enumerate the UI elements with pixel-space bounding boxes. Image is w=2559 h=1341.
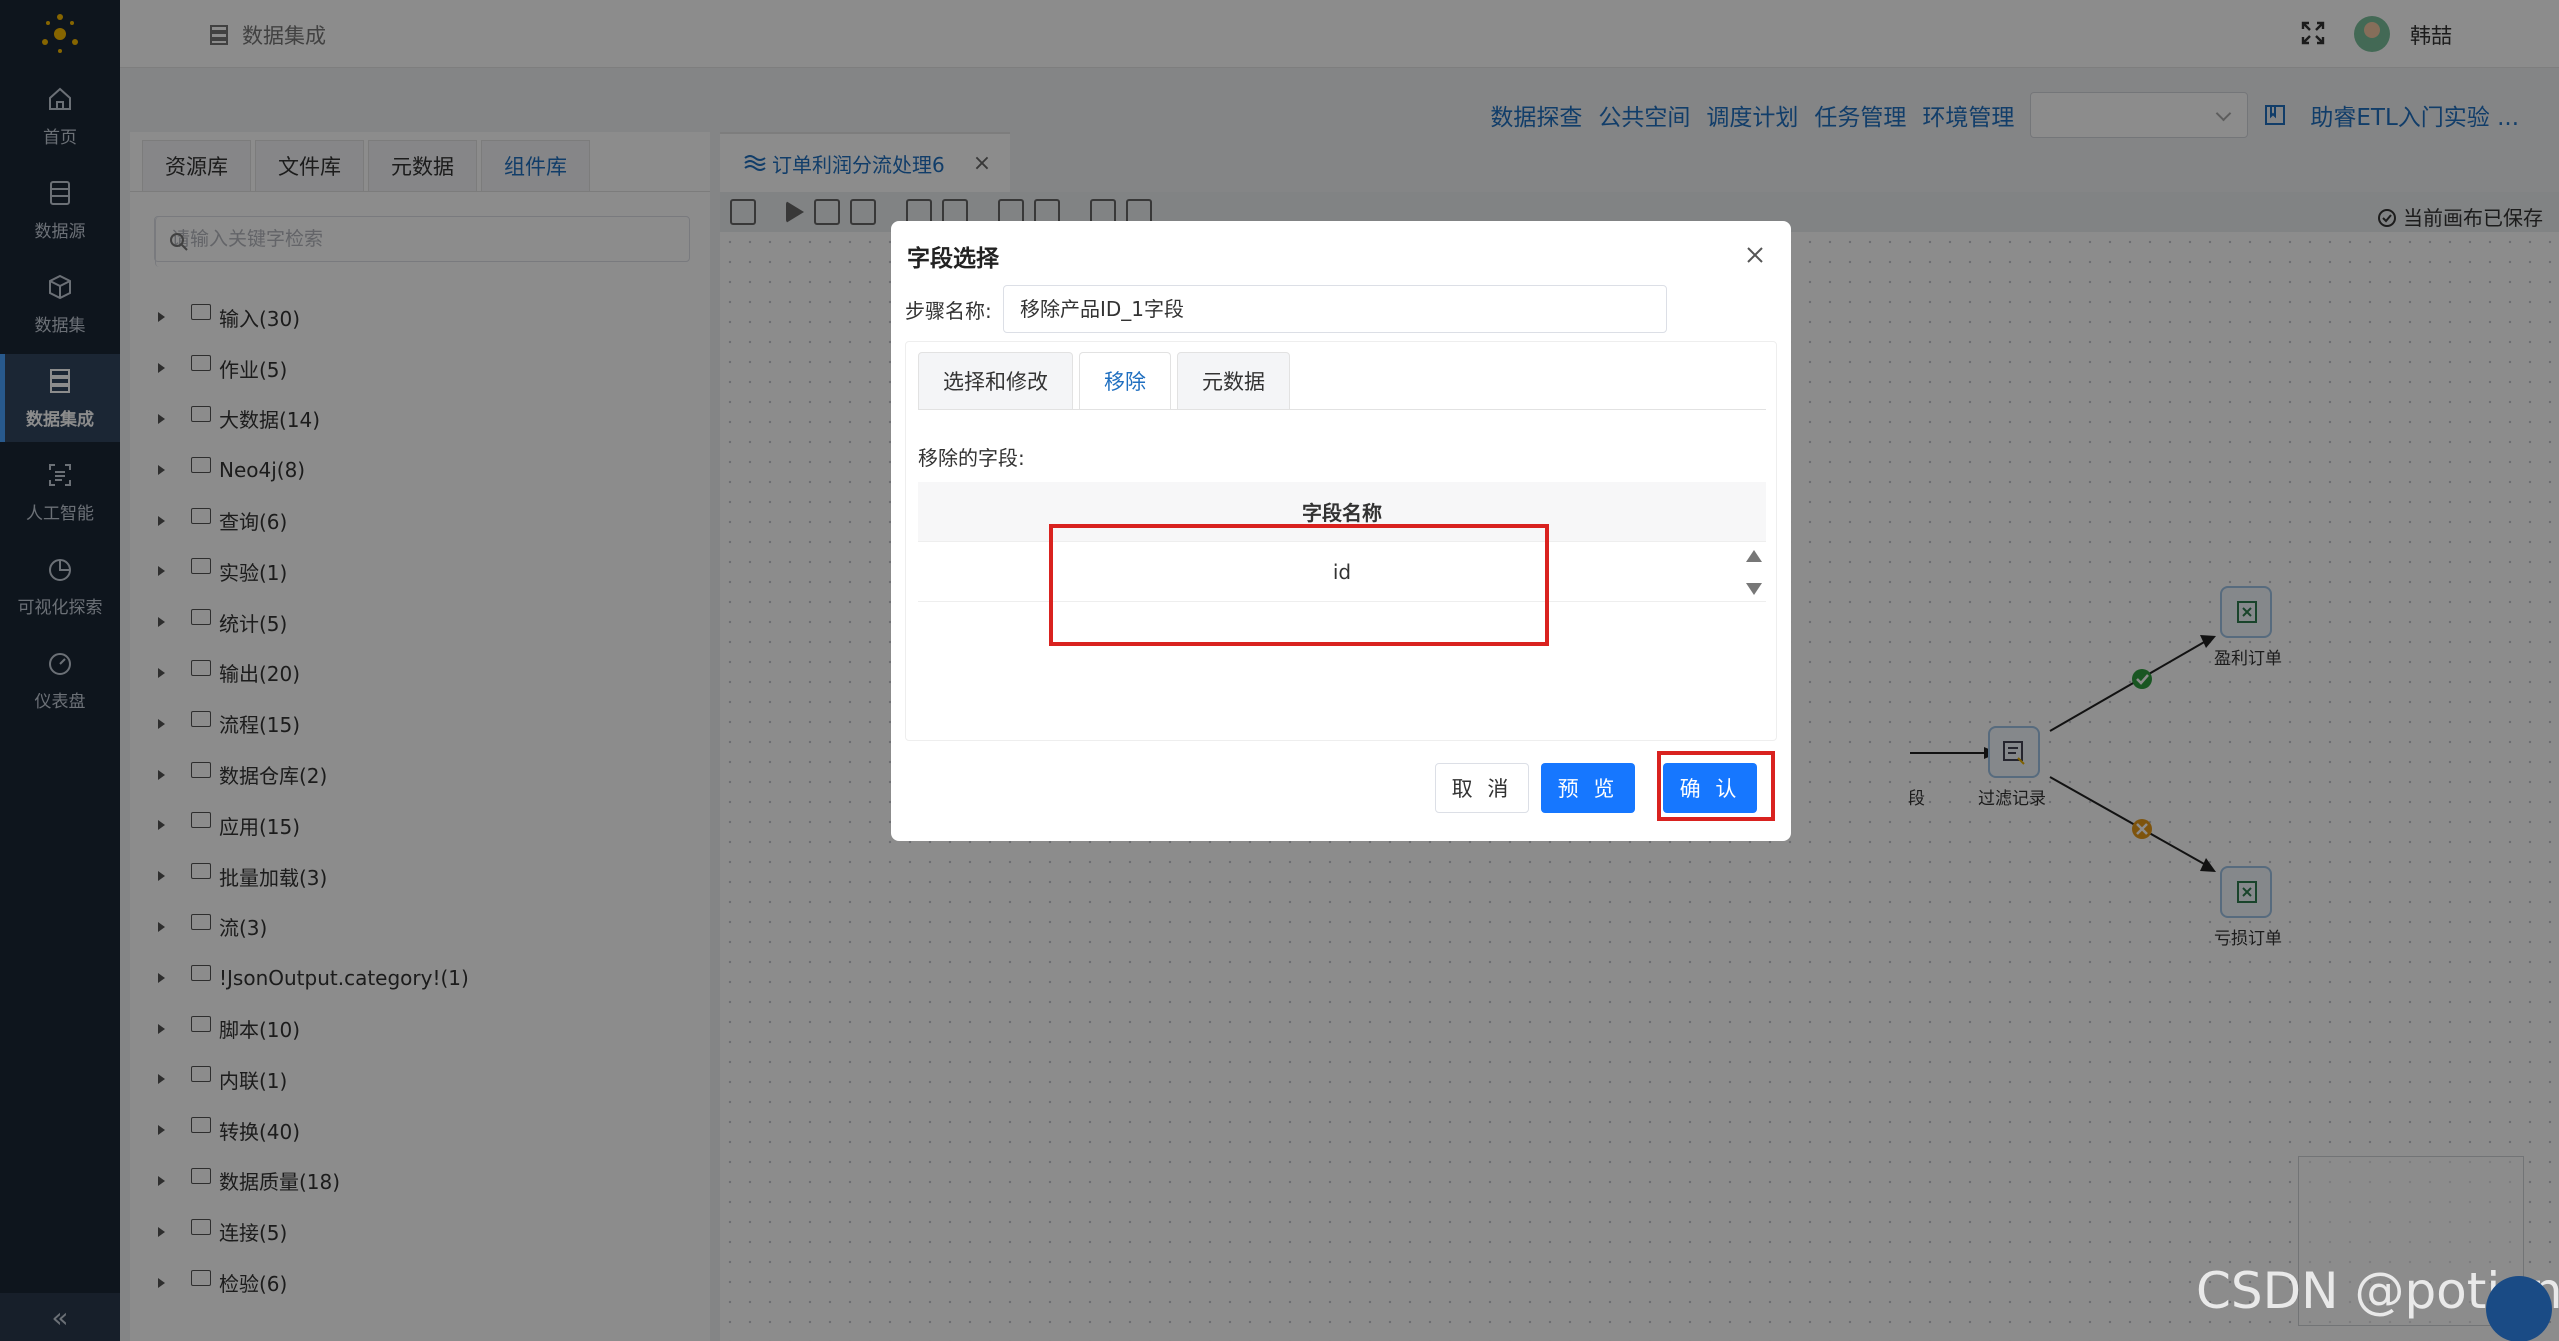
removed-fields-label: 移除的字段:	[918, 446, 1025, 470]
tab-dialog-metadata[interactable]: 元数据	[1177, 352, 1290, 410]
dialog-body: 选择和修改 移除 元数据 移除的字段: 字段名称 id	[905, 341, 1777, 741]
scroll-up-icon[interactable]	[1746, 550, 1762, 562]
dialog-tabs: 选择和修改 移除 元数据	[918, 352, 1296, 410]
preview-button[interactable]: 预 览	[1541, 763, 1635, 813]
tab-remove[interactable]: 移除	[1079, 352, 1171, 410]
tab-select-modify[interactable]: 选择和修改	[918, 352, 1073, 410]
dialog-title: 字段选择	[907, 246, 999, 272]
scroll-down-icon[interactable]	[1746, 583, 1762, 595]
highlight-box-confirm	[1657, 751, 1775, 821]
tab-divider	[918, 409, 1766, 410]
step-name-label: 步骤名称:	[905, 299, 992, 323]
field-select-dialog: 字段选择 步骤名称: 移除产品ID_1字段 选择和修改 移除 元数据 移除的字段…	[891, 221, 1791, 841]
floating-action-button[interactable]	[2486, 1276, 2552, 1341]
highlight-box-field	[1049, 524, 1549, 646]
cancel-button[interactable]: 取 消	[1435, 763, 1529, 813]
close-icon[interactable]	[1743, 243, 1767, 267]
step-name-input[interactable]: 移除产品ID_1字段	[1003, 285, 1667, 333]
